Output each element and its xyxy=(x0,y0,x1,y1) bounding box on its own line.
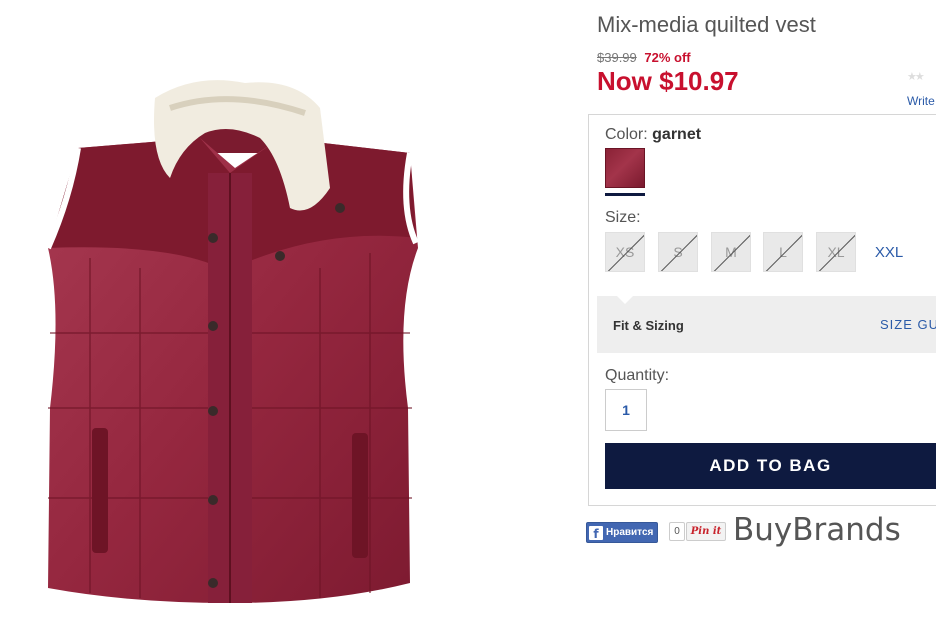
sale-price: Now $10.97 xyxy=(597,66,739,96)
size-option-xl[interactable]: XL xyxy=(816,232,856,272)
color-label: Color: garnet xyxy=(605,126,701,144)
write-review-link[interactable]: Write xyxy=(907,94,935,108)
size-label: Size: xyxy=(605,209,641,226)
swatch-selected-indicator xyxy=(605,193,645,196)
add-to-bag-button[interactable]: ADD TO BAG xyxy=(605,443,936,489)
facebook-like-label: Нравится xyxy=(606,527,654,538)
discount-badge: 72% off xyxy=(644,50,691,65)
pinterest-button[interactable]: Pin it xyxy=(686,522,726,541)
selected-color-name: garnet xyxy=(652,126,702,143)
color-swatch-garnet[interactable] xyxy=(605,148,645,188)
size-guide-link[interactable]: SIZE GUIDE xyxy=(880,317,936,332)
product-image xyxy=(45,80,419,603)
size-option-s[interactable]: S xyxy=(658,232,698,272)
price-row: $39.99 72% off xyxy=(597,50,691,65)
quantity-input[interactable]: 1 xyxy=(605,389,647,431)
product-title: Mix-media quilted vest xyxy=(597,12,816,37)
size-option-l[interactable]: L xyxy=(763,232,803,272)
size-option-xs[interactable]: XS xyxy=(605,232,645,272)
color-label-text: Color: xyxy=(605,126,648,143)
facebook-like-button[interactable]: f Нравится xyxy=(586,522,659,543)
fit-sizing-label: Fit & Sizing xyxy=(613,318,684,333)
quantity-label: Quantity: xyxy=(605,367,670,384)
size-option-m[interactable]: M xyxy=(711,232,751,272)
facebook-icon: f xyxy=(589,525,603,540)
rating-stars-icon: ★★ xyxy=(907,71,925,83)
brand-watermark: BuyBrands xyxy=(733,512,901,548)
original-price: $39.99 xyxy=(597,50,637,65)
size-option-xxl[interactable]: XXL xyxy=(869,232,909,272)
pin-count: 0 xyxy=(669,522,685,541)
fit-bar-notch xyxy=(617,296,633,304)
